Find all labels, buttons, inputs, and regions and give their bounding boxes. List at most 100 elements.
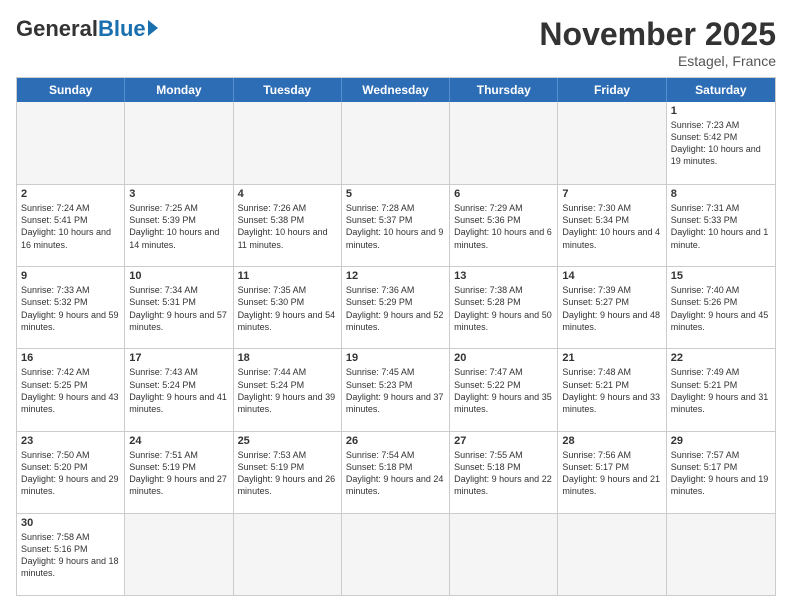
header: General Blue November 2025 Estagel, Fran… — [16, 16, 776, 69]
day-info: Sunrise: 7:39 AM Sunset: 5:27 PM Dayligh… — [562, 284, 661, 333]
calendar-cell: 10Sunrise: 7:34 AM Sunset: 5:31 PM Dayli… — [125, 267, 233, 348]
day-info: Sunrise: 7:31 AM Sunset: 5:33 PM Dayligh… — [671, 202, 771, 251]
day-number: 9 — [21, 270, 120, 282]
calendar-cell: 28 Sunrise: 7:56 AM Sunset: 5:17 PM Dayli… — [558, 432, 666, 513]
calendar-cell — [342, 514, 450, 595]
calendar-cell: 21Sunrise: 7:48 AM Sunset: 5:21 PM Dayli… — [558, 349, 666, 430]
calendar-header-day: Sunday — [17, 78, 125, 102]
day-number: 14 — [562, 270, 661, 282]
page: General Blue November 2025 Estagel, Fran… — [0, 0, 792, 612]
day-number: 13 — [454, 270, 553, 282]
calendar-cell — [558, 514, 666, 595]
day-info: Sunrise: 7:25 AM Sunset: 5:39 PM Dayligh… — [129, 202, 228, 251]
day-info: Sunrise: 7:28 AM Sunset: 5:37 PM Dayligh… — [346, 202, 445, 251]
calendar-cell: 13 Sunrise: 7:38 AM Sunset: 5:28 PM Dayli… — [450, 267, 558, 348]
day-number: 27 — [454, 435, 553, 447]
day-info: Sunrise: 7:24 AM Sunset: 5:41 PM Dayligh… — [21, 202, 120, 251]
calendar-cell: 8 Sunrise: 7:31 AM Sunset: 5:33 PM Daylig… — [667, 185, 775, 266]
calendar-cell: 20Sunrise: 7:47 AM Sunset: 5:22 PM Dayli… — [450, 349, 558, 430]
day-info: Sunrise: 7:44 AM Sunset: 5:24 PM Dayligh… — [238, 366, 337, 415]
day-info: Sunrise: 7:57 AM Sunset: 5:17 PM Dayligh… — [671, 449, 771, 498]
day-info: Sunrise: 7:55 AM Sunset: 5:18 PM Dayligh… — [454, 449, 553, 498]
day-number: 11 — [238, 270, 337, 282]
day-info: Sunrise: 7:23 AM Sunset: 5:42 PM Dayligh… — [671, 119, 771, 168]
calendar-cell: 30Sunrise: 7:58 AM Sunset: 5:16 PM Dayli… — [17, 514, 125, 595]
day-info: Sunrise: 7:45 AM Sunset: 5:23 PM Dayligh… — [346, 366, 445, 415]
calendar-header-day: Thursday — [450, 78, 558, 102]
calendar-cell — [667, 514, 775, 595]
day-info: Sunrise: 7:53 AM Sunset: 5:19 PM Dayligh… — [238, 449, 337, 498]
calendar-cell: 29Sunrise: 7:57 AM Sunset: 5:17 PM Dayli… — [667, 432, 775, 513]
calendar-cell: 22Sunrise: 7:49 AM Sunset: 5:21 PM Dayli… — [667, 349, 775, 430]
day-number: 25 — [238, 435, 337, 447]
day-number: 22 — [671, 352, 771, 364]
day-info: Sunrise: 7:50 AM Sunset: 5:20 PM Dayligh… — [21, 449, 120, 498]
day-info: Sunrise: 7:51 AM Sunset: 5:19 PM Dayligh… — [129, 449, 228, 498]
day-number: 26 — [346, 435, 445, 447]
day-info: Sunrise: 7:30 AM Sunset: 5:34 PM Dayligh… — [562, 202, 661, 251]
calendar-cell: 2 Sunrise: 7:24 AM Sunset: 5:41 PM Daylig… — [17, 185, 125, 266]
logo-blue-text: Blue — [98, 16, 146, 42]
calendar-cell — [234, 514, 342, 595]
logo-triangle-icon — [148, 20, 158, 36]
day-info: Sunrise: 7:56 AM Sunset: 5:17 PM Dayligh… — [562, 449, 661, 498]
calendar-row: 1Sunrise: 7:23 AM Sunset: 5:42 PM Daylig… — [17, 102, 775, 184]
day-number: 28 — [562, 435, 661, 447]
day-number: 19 — [346, 352, 445, 364]
day-number: 20 — [454, 352, 553, 364]
calendar-cell: 17 Sunrise: 7:43 AM Sunset: 5:24 PM Dayli… — [125, 349, 233, 430]
day-info: Sunrise: 7:42 AM Sunset: 5:25 PM Dayligh… — [21, 366, 120, 415]
calendar-cell — [450, 102, 558, 184]
day-number: 2 — [21, 188, 120, 200]
calendar-cell: 27 Sunrise: 7:55 AM Sunset: 5:18 PM Dayli… — [450, 432, 558, 513]
calendar-header-day: Friday — [558, 78, 666, 102]
logo-text: General Blue — [16, 16, 158, 42]
calendar-cell: 7 Sunrise: 7:30 AM Sunset: 5:34 PM Daylig… — [558, 185, 666, 266]
calendar-cell: 18Sunrise: 7:44 AM Sunset: 5:24 PM Dayli… — [234, 349, 342, 430]
day-info: Sunrise: 7:36 AM Sunset: 5:29 PM Dayligh… — [346, 284, 445, 333]
calendar-cell — [125, 514, 233, 595]
calendar-row: 2 Sunrise: 7:24 AM Sunset: 5:41 PM Daylig… — [17, 184, 775, 266]
day-info: Sunrise: 7:33 AM Sunset: 5:32 PM Dayligh… — [21, 284, 120, 333]
calendar-cell: 24Sunrise: 7:51 AM Sunset: 5:19 PM Dayli… — [125, 432, 233, 513]
day-info: Sunrise: 7:29 AM Sunset: 5:36 PM Dayligh… — [454, 202, 553, 251]
title-section: November 2025 Estagel, France — [539, 16, 776, 69]
calendar-header-day: Wednesday — [342, 78, 450, 102]
day-info: Sunrise: 7:34 AM Sunset: 5:31 PM Dayligh… — [129, 284, 228, 333]
day-number: 4 — [238, 188, 337, 200]
calendar-cell: 1Sunrise: 7:23 AM Sunset: 5:42 PM Daylig… — [667, 102, 775, 184]
day-number: 6 — [454, 188, 553, 200]
calendar-header: SundayMondayTuesdayWednesdayThursdayFrid… — [17, 78, 775, 102]
day-number: 12 — [346, 270, 445, 282]
calendar-cell: 12 Sunrise: 7:36 AM Sunset: 5:29 PM Dayli… — [342, 267, 450, 348]
day-number: 15 — [671, 270, 771, 282]
day-info: Sunrise: 7:40 AM Sunset: 5:26 PM Dayligh… — [671, 284, 771, 333]
day-number: 30 — [21, 517, 120, 529]
month-title: November 2025 — [539, 16, 776, 53]
day-number: 5 — [346, 188, 445, 200]
day-number: 16 — [21, 352, 120, 364]
day-info: Sunrise: 7:43 AM Sunset: 5:24 PM Dayligh… — [129, 366, 228, 415]
logo-general-text: General — [16, 16, 98, 42]
calendar-row: 30Sunrise: 7:58 AM Sunset: 5:16 PM Dayli… — [17, 513, 775, 595]
day-number: 23 — [21, 435, 120, 447]
day-number: 17 — [129, 352, 228, 364]
calendar-header-day: Saturday — [667, 78, 775, 102]
calendar-header-day: Tuesday — [234, 78, 342, 102]
calendar-cell: 14 Sunrise: 7:39 AM Sunset: 5:27 PM Dayli… — [558, 267, 666, 348]
calendar-cell — [125, 102, 233, 184]
calendar-cell: 16 Sunrise: 7:42 AM Sunset: 5:25 PM Dayli… — [17, 349, 125, 430]
day-info: Sunrise: 7:38 AM Sunset: 5:28 PM Dayligh… — [454, 284, 553, 333]
calendar-cell: 15 Sunrise: 7:40 AM Sunset: 5:26 PM Dayli… — [667, 267, 775, 348]
day-number: 3 — [129, 188, 228, 200]
calendar-cell: 3 Sunrise: 7:25 AM Sunset: 5:39 PM Daylig… — [125, 185, 233, 266]
calendar-cell: 19 Sunrise: 7:45 AM Sunset: 5:23 PM Dayli… — [342, 349, 450, 430]
day-number: 7 — [562, 188, 661, 200]
calendar-cell: 4Sunrise: 7:26 AM Sunset: 5:38 PM Daylig… — [234, 185, 342, 266]
calendar-cell: 9 Sunrise: 7:33 AM Sunset: 5:32 PM Daylig… — [17, 267, 125, 348]
calendar-cell — [234, 102, 342, 184]
calendar-header-day: Monday — [125, 78, 233, 102]
day-number: 8 — [671, 188, 771, 200]
calendar-cell: 5 Sunrise: 7:28 AM Sunset: 5:37 PM Daylig… — [342, 185, 450, 266]
calendar-row: 23 Sunrise: 7:50 AM Sunset: 5:20 PM Dayli… — [17, 431, 775, 513]
